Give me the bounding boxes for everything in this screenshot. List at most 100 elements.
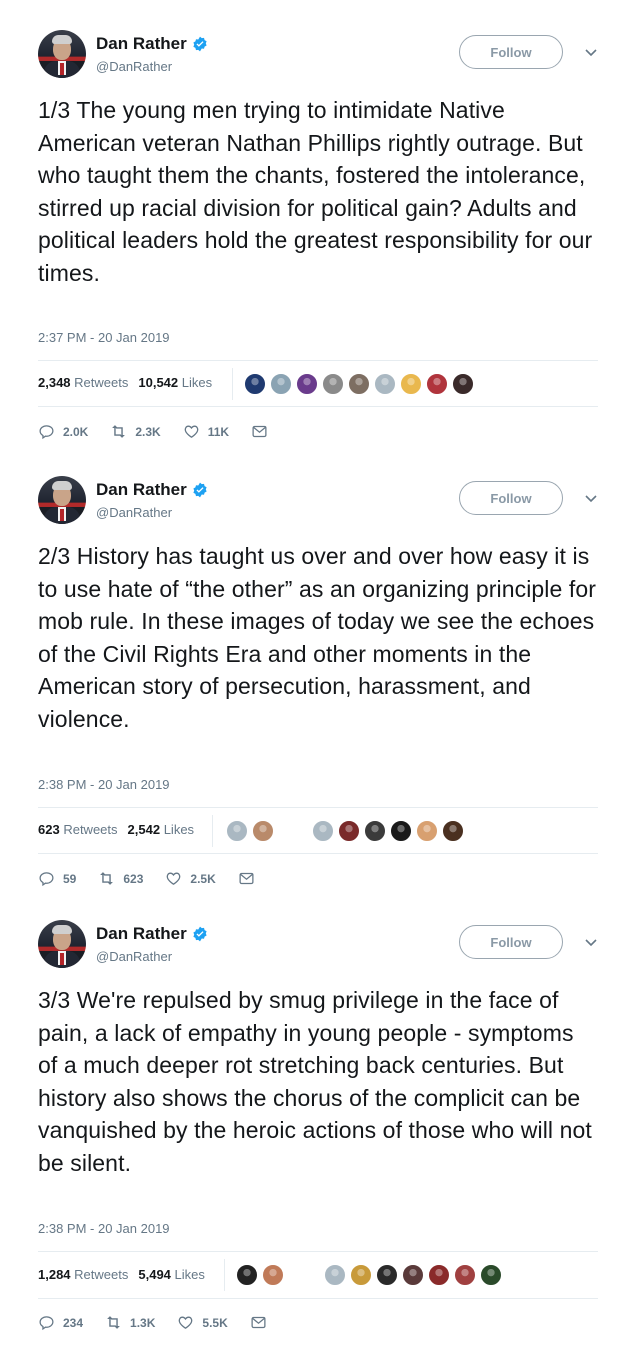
likers-avatars (244, 373, 478, 395)
liker-avatar[interactable] (236, 1264, 258, 1286)
reply-icon (39, 872, 54, 887)
author-handle[interactable]: @DanRather (96, 59, 208, 74)
liker-avatar[interactable] (442, 820, 464, 842)
display-name[interactable]: Dan Rather (96, 924, 187, 944)
likes-count[interactable]: 2,542 (128, 822, 161, 837)
engagement-stats: 2,348 Retweets 10,542 Likes (38, 375, 212, 390)
like-button[interactable]: 2.5K (165, 870, 216, 887)
likers-avatars (324, 1264, 506, 1286)
avatar[interactable] (38, 476, 86, 524)
retweet-button[interactable]: 1.3K (105, 1314, 155, 1331)
liker-avatar[interactable] (296, 373, 318, 395)
avatar[interactable] (38, 920, 86, 968)
liker-avatar[interactable] (252, 820, 274, 842)
divider (38, 807, 598, 808)
reply-icon (39, 425, 54, 440)
liker-avatar[interactable] (400, 373, 422, 395)
like-count: 11K (207, 424, 230, 439)
liker-avatar[interactable] (348, 373, 370, 395)
like-button[interactable]: 11K (183, 423, 229, 440)
author-name[interactable]: Dan Rather (96, 924, 208, 944)
liker-avatar[interactable] (338, 820, 360, 842)
liker-avatar[interactable] (416, 820, 438, 842)
follow-button[interactable]: Follow (459, 481, 563, 515)
liker-avatar[interactable] (324, 1264, 346, 1286)
reply-count: 2.0K (63, 424, 89, 439)
author-handle[interactable]: @DanRather (96, 949, 208, 964)
liker-avatar[interactable] (374, 373, 396, 395)
liker-avatar[interactable] (262, 1264, 284, 1286)
direct-message-button[interactable] (250, 1314, 275, 1331)
verified-icon (193, 482, 207, 498)
retweet-count: 2.3K (135, 424, 161, 439)
liker-avatar[interactable] (244, 373, 266, 395)
retweet-icon (107, 1316, 120, 1329)
retweet-count: 623 (123, 871, 144, 886)
author-name[interactable]: Dan Rather (96, 34, 208, 54)
engagement-stats: 1,284 Retweets 5,494 Likes (38, 1267, 205, 1282)
likes-count[interactable]: 10,542 (138, 375, 178, 390)
author-names: Dan Rather @DanRather (96, 34, 208, 74)
likes-label[interactable]: Likes (164, 822, 194, 837)
retweets-label[interactable]: Retweets (74, 1267, 128, 1282)
liker-avatar[interactable] (454, 1264, 476, 1286)
chevron-down-icon[interactable] (584, 45, 598, 59)
likers-avatars (226, 820, 278, 842)
follow-button[interactable]: Follow (459, 35, 563, 69)
reply-icon (39, 1316, 54, 1331)
liker-avatar[interactable] (270, 373, 292, 395)
message-icon (251, 1316, 266, 1329)
liker-avatar[interactable] (402, 1264, 424, 1286)
author-handle[interactable]: @DanRather (96, 505, 208, 520)
engagement-stats: 623 Retweets 2,542 Likes (38, 822, 194, 837)
direct-message-button[interactable] (238, 870, 263, 887)
likes-label[interactable]: Likes (182, 375, 212, 390)
direct-message-button[interactable] (251, 423, 276, 440)
retweets-count[interactable]: 1,284 (38, 1267, 71, 1282)
retweet-button[interactable]: 623 (98, 870, 143, 887)
timestamp[interactable]: 2:38 PM - 20 Jan 2019 (38, 777, 170, 792)
retweets-count[interactable]: 2,348 (38, 375, 71, 390)
liker-avatar[interactable] (312, 820, 334, 842)
reply-button[interactable]: 234 (38, 1314, 83, 1331)
heart-icon (179, 1316, 193, 1329)
liker-avatar[interactable] (428, 1264, 450, 1286)
liker-avatar[interactable] (364, 820, 386, 842)
reply-count: 234 (63, 1315, 84, 1330)
like-button[interactable]: 5.5K (177, 1314, 228, 1331)
timestamp[interactable]: 2:38 PM - 20 Jan 2019 (38, 1221, 170, 1236)
display-name[interactable]: Dan Rather (96, 34, 187, 54)
reply-button[interactable]: 2.0K (38, 423, 88, 440)
retweet-button[interactable]: 2.3K (110, 423, 161, 440)
author-names: Dan Rather @DanRather (96, 924, 208, 964)
likers-avatars (236, 1264, 288, 1286)
author-name[interactable]: Dan Rather (96, 480, 208, 500)
tweet-text: 3/3 We're repulsed by smug privilege in … (38, 987, 592, 1176)
chevron-down-icon[interactable] (584, 491, 598, 505)
liker-avatar[interactable] (376, 1264, 398, 1286)
divider (38, 406, 598, 407)
retweet-count: 1.3K (130, 1315, 156, 1330)
divider (232, 368, 233, 400)
follow-button[interactable]: Follow (459, 925, 563, 959)
chevron-down-icon[interactable] (584, 935, 598, 949)
display-name[interactable]: Dan Rather (96, 480, 187, 500)
divider (224, 1259, 225, 1291)
liker-avatar[interactable] (226, 820, 248, 842)
timestamp[interactable]: 2:37 PM - 20 Jan 2019 (38, 330, 170, 345)
retweets-count[interactable]: 623 (38, 822, 60, 837)
liker-avatar[interactable] (480, 1264, 502, 1286)
likes-count[interactable]: 5,494 (138, 1267, 171, 1282)
likers-avatars (312, 820, 468, 842)
liker-avatar[interactable] (426, 373, 448, 395)
liker-avatar[interactable] (452, 373, 474, 395)
avatar[interactable] (38, 30, 86, 78)
reply-button[interactable]: 59 (38, 870, 76, 887)
liker-avatar[interactable] (390, 820, 412, 842)
retweets-label[interactable]: Retweets (63, 822, 117, 837)
likes-label[interactable]: Likes (175, 1267, 205, 1282)
liker-avatar[interactable] (350, 1264, 372, 1286)
retweets-label[interactable]: Retweets (74, 375, 128, 390)
verified-icon (193, 926, 207, 942)
liker-avatar[interactable] (322, 373, 344, 395)
